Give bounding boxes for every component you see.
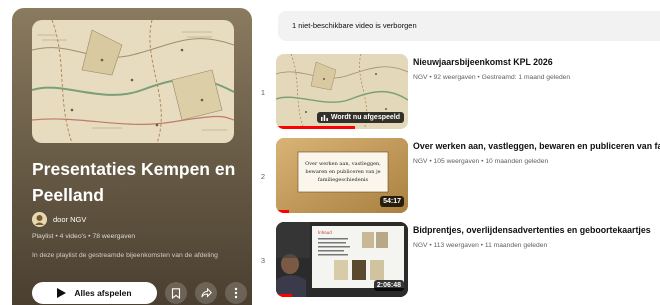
- share-icon: [200, 288, 212, 298]
- video-duration: 2:06:48: [373, 280, 404, 291]
- play-icon: [57, 288, 67, 298]
- video-title[interactable]: Bidprentjes, overlijdensadvertenties en …: [413, 225, 660, 235]
- video-meta: NGV • 105 weergaven • 10 maanden geleden: [413, 158, 549, 165]
- video-title[interactable]: Nieuwjaarsbijeenkomst KPL 2026: [413, 57, 660, 67]
- video-index: 3: [260, 256, 266, 265]
- now-playing-badge: Wordt nu afgespeeld: [316, 112, 404, 123]
- watch-progress-bar: [276, 126, 356, 129]
- thumb-slide-line-1: Over werken aan, vastleggen,: [305, 161, 381, 167]
- playlist-video-row[interactable]: 3 Inhoud 2:06:48 Bidprentjes, overlijden…: [258, 222, 660, 298]
- playlist-owner[interactable]: door NGV: [32, 212, 86, 227]
- thumb-slide-heading: Inhoud: [318, 230, 332, 235]
- video-duration: 54:17: [380, 196, 404, 207]
- thumb-slide-line-2: bewaren en publiceren van je: [305, 169, 380, 175]
- playlist-thumbnail[interactable]: [32, 20, 234, 143]
- playlist-title: Presentaties Kempen en Peelland: [32, 159, 236, 205]
- more-vert-icon: [234, 287, 238, 299]
- bookmark-icon: [171, 287, 181, 299]
- watch-progress-bar: [276, 210, 290, 213]
- playlist-actions: Alles afspelen: [32, 282, 247, 304]
- video-thumbnail[interactable]: Over werken aan, vastleggen, bewaren en …: [276, 138, 408, 213]
- video-thumbnail[interactable]: Wordt nu afgespeeld: [276, 54, 408, 129]
- video-index: 2: [260, 172, 266, 181]
- playlist-meta: Playlist • 4 video's • 78 weergaven: [32, 233, 136, 240]
- now-playing-label: Wordt nu afgespeeld: [330, 114, 400, 121]
- play-all-label: Alles afspelen: [74, 288, 132, 298]
- watch-progress-bar: [276, 294, 292, 297]
- share-button[interactable]: [195, 282, 217, 304]
- video-title[interactable]: Over werken aan, vastleggen, bewaren en …: [413, 141, 660, 151]
- thumb-slide-line-3: familiegeschiedenis: [318, 177, 369, 183]
- equalizer-icon: [320, 114, 328, 121]
- more-options-button[interactable]: [225, 282, 247, 304]
- save-playlist-button[interactable]: [165, 282, 187, 304]
- hidden-videos-notice: 1 niet-beschikbare video is verborgen: [278, 11, 660, 41]
- map-image: [32, 20, 234, 143]
- owner-avatar: [32, 212, 47, 227]
- ngv-logo-icon: [32, 212, 47, 227]
- playlist-video-row[interactable]: 1 Wordt nu afgespeeld Nieuwjaarsbijeenko…: [258, 54, 660, 130]
- playlist-header-panel: Presentaties Kempen en Peelland door NGV…: [12, 8, 252, 305]
- playlist-description: In deze playlist de gestreamde bijeenkom…: [32, 252, 218, 259]
- playlist-video-row[interactable]: 2 Over werken aan, vastleggen, bewaren e…: [258, 138, 660, 214]
- video-index: 1: [260, 88, 266, 97]
- video-meta: NGV • 113 weergaven • 11 maanden geleden: [413, 242, 548, 249]
- play-all-button[interactable]: Alles afspelen: [32, 282, 157, 304]
- video-thumbnail[interactable]: Inhoud 2:06:48: [276, 222, 408, 297]
- owner-name[interactable]: door NGV: [53, 215, 86, 224]
- video-meta: NGV • 92 weergaven • Gestreamd: 1 maand …: [413, 74, 571, 81]
